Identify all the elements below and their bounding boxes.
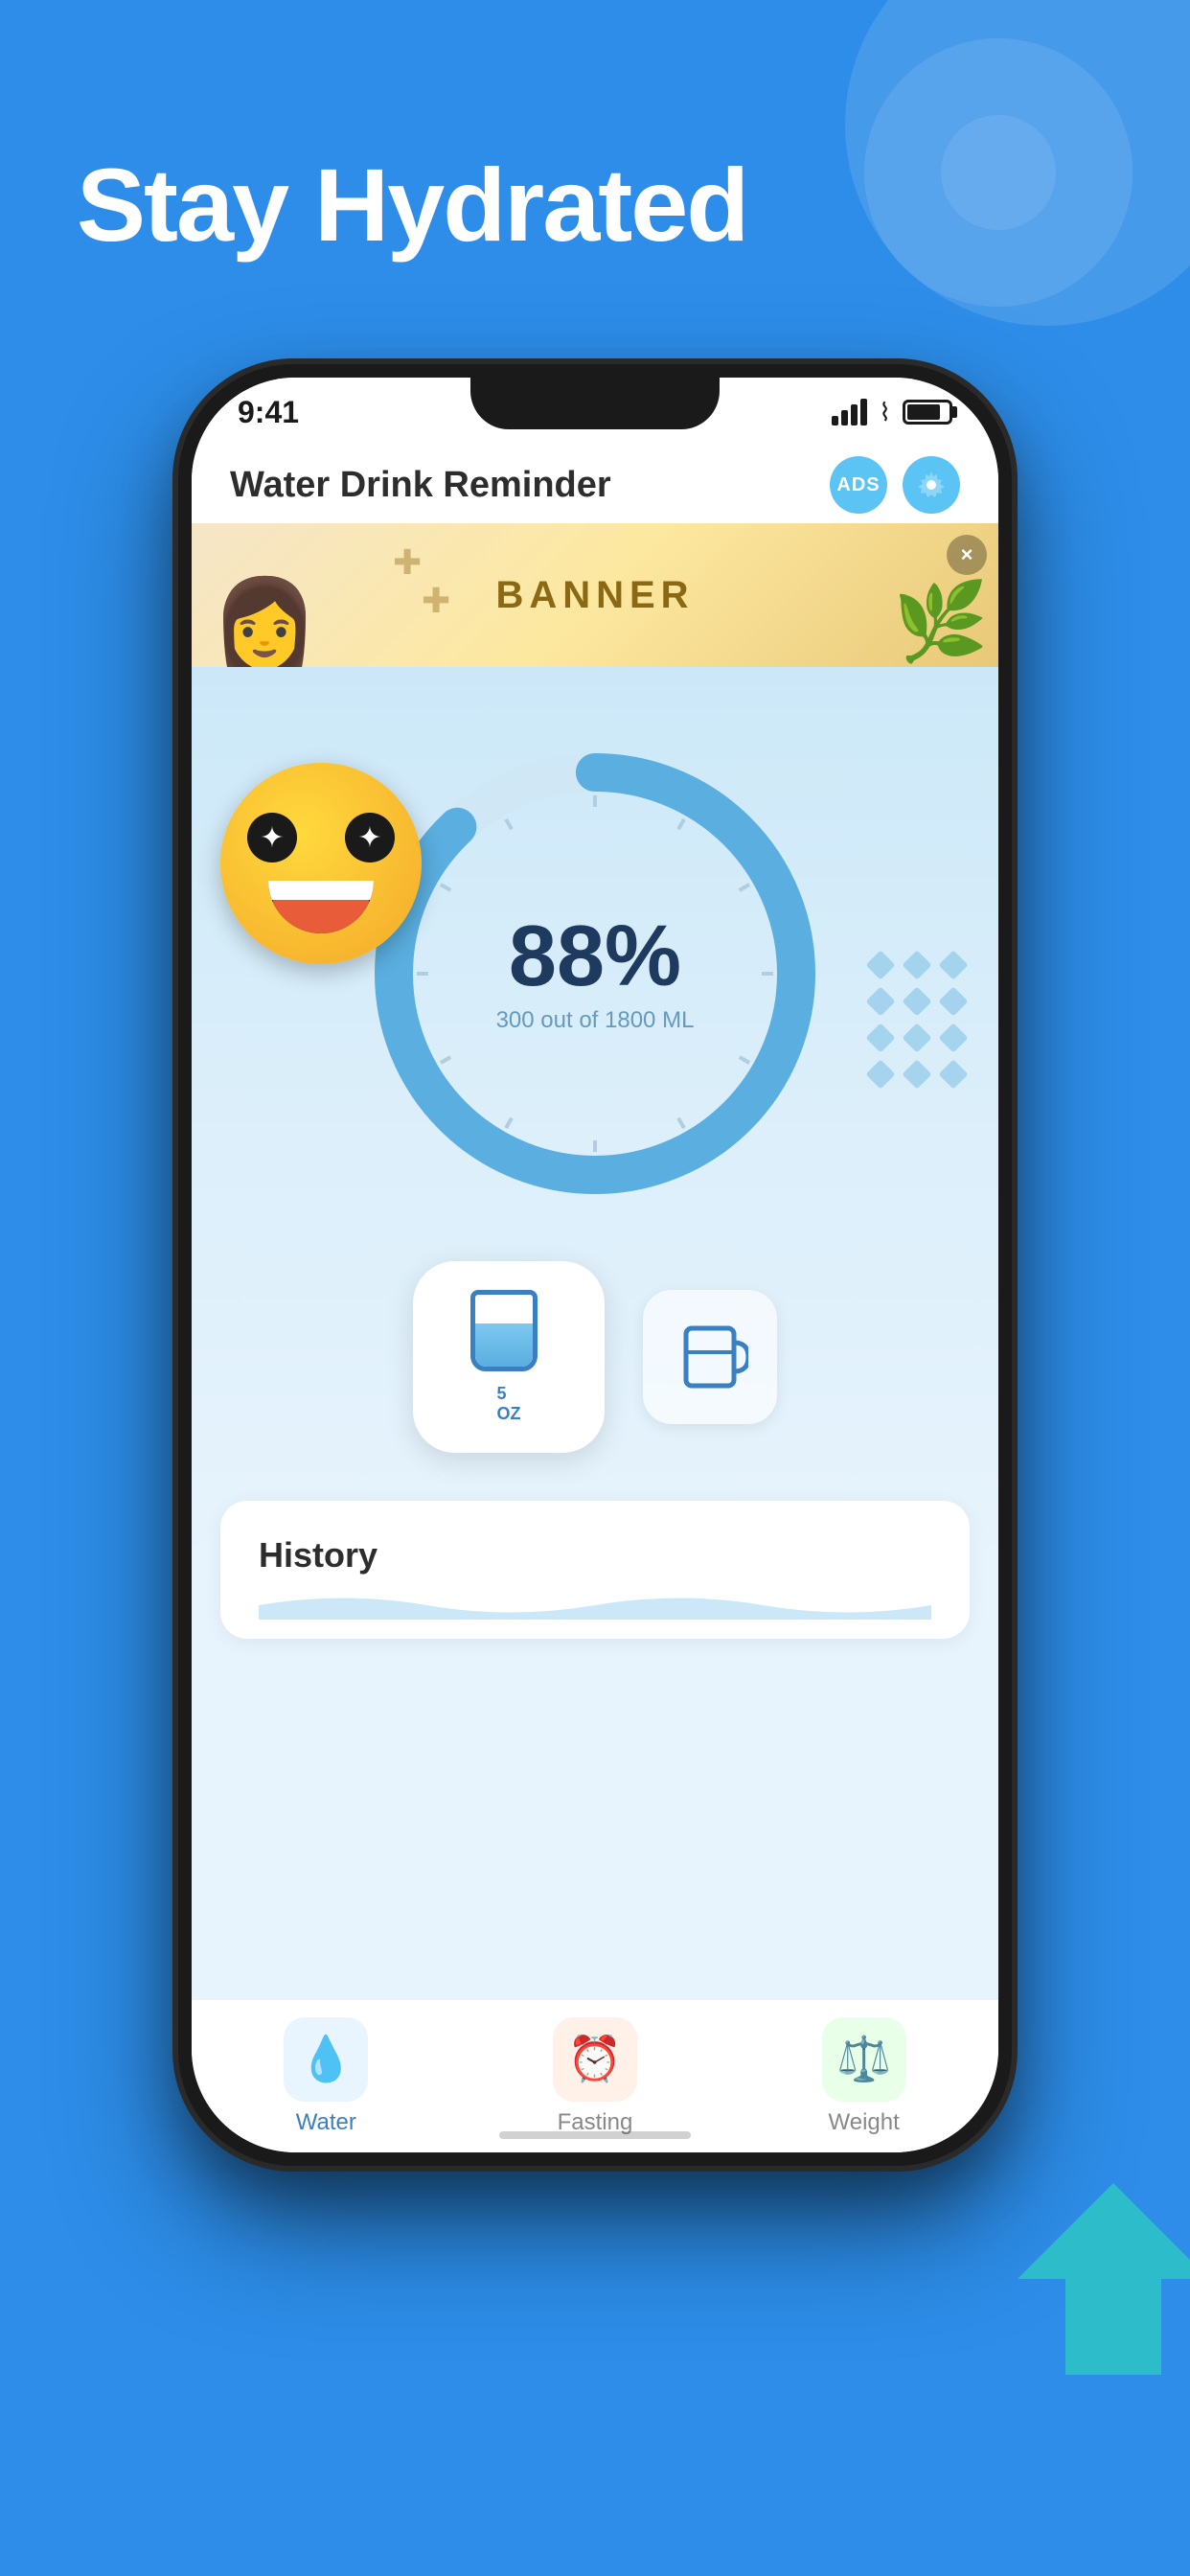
diamond-6 xyxy=(938,986,968,1016)
banner-close-button[interactable]: × xyxy=(947,535,987,575)
ring-center: 88% 300 out of 1800 ML xyxy=(496,913,695,1034)
ads-button[interactable]: ADS xyxy=(830,456,887,514)
tab-label-water: Water xyxy=(296,2109,356,2136)
emoji-face: ✦ ✦ xyxy=(220,763,422,964)
header-icons: ADS xyxy=(830,456,960,514)
settings-button[interactable] xyxy=(903,456,960,514)
tab-icon-fasting: ⏰ xyxy=(553,2017,637,2102)
signal-icon xyxy=(832,399,867,426)
progress-ring-container: 88% 300 out of 1800 ML xyxy=(365,744,825,1204)
tab-label-weight: Weight xyxy=(829,2109,900,2136)
tab-item-water[interactable]: 💧 Water xyxy=(284,2017,368,2136)
status-icons: ⌇ xyxy=(832,398,952,427)
custom-cup-icon xyxy=(672,1319,748,1395)
emoji-mouth-inner xyxy=(273,900,369,933)
app-title: Water Drink Reminder xyxy=(230,465,611,506)
settings-icon xyxy=(916,470,947,500)
banner-ad[interactable]: 👩 BANNER ✚ ✚ 🌿 × xyxy=(192,523,998,667)
banner-plant: 🌿 xyxy=(893,577,989,667)
ring-subtitle: 300 out of 1800 ML xyxy=(496,1007,695,1034)
diamond-1 xyxy=(865,950,895,979)
signal-bar-3 xyxy=(851,404,858,426)
banner-plus-2: ✚ xyxy=(422,581,450,621)
glass-water-fill xyxy=(475,1323,533,1367)
history-section: History xyxy=(220,1501,970,1639)
history-wave xyxy=(259,1591,931,1620)
glass-oz-label: 5OZ xyxy=(497,1384,521,1424)
add-water-primary-button[interactable]: 5OZ xyxy=(413,1261,605,1453)
diamond-4 xyxy=(865,986,895,1016)
wave-decoration xyxy=(259,1591,931,1620)
diamond-11 xyxy=(902,1059,931,1089)
banner-plus-1: ✚ xyxy=(393,542,422,583)
phone-notch xyxy=(470,378,720,429)
diamond-10 xyxy=(865,1059,895,1089)
banner-text: BANNER xyxy=(495,574,694,617)
battery-icon xyxy=(903,400,952,425)
tab-icon-water: 💧 xyxy=(284,2017,368,2102)
diamond-12 xyxy=(938,1059,968,1089)
home-indicator xyxy=(499,2131,691,2139)
teal-arrow-svg xyxy=(1008,2174,1190,2384)
battery-fill xyxy=(907,404,940,420)
status-time: 9:41 xyxy=(238,395,299,430)
signal-bar-4 xyxy=(860,399,867,426)
page-title: Stay Hydrated xyxy=(77,149,747,263)
wifi-icon: ⌇ xyxy=(879,398,891,427)
diamond-2 xyxy=(902,950,931,979)
emoji-eye-right: ✦ xyxy=(345,813,395,862)
diamond-5 xyxy=(902,986,931,1016)
glass-body xyxy=(470,1290,538,1371)
app-header: Water Drink Reminder ADS xyxy=(192,447,998,523)
diamond-9 xyxy=(938,1023,968,1052)
tab-item-fasting[interactable]: ⏰ Fasting xyxy=(553,2017,637,2136)
bg-decoration-circle-3 xyxy=(941,115,1056,230)
phone-frame: 9:41 ⌇ Water Drink Reminder ADS xyxy=(178,364,1012,2166)
water-buttons-area: 5OZ xyxy=(192,1261,998,1453)
fasting-tab-icon: ⏰ xyxy=(567,2033,622,2085)
banner-character: 👩 xyxy=(211,581,318,667)
diamond-3 xyxy=(938,950,968,979)
signal-bar-2 xyxy=(841,410,848,426)
diamond-7 xyxy=(865,1023,895,1052)
history-title: History xyxy=(259,1535,931,1576)
emoji-mouth xyxy=(268,881,374,933)
emoji-character: ✦ ✦ xyxy=(220,763,422,964)
water-tab-icon: 💧 xyxy=(299,2033,354,2085)
add-water-secondary-button[interactable] xyxy=(643,1290,777,1424)
phone-screen: 9:41 ⌇ Water Drink Reminder ADS xyxy=(192,378,998,2152)
main-content: ✦ ✦ xyxy=(192,667,998,1999)
weight-tab-icon: ⚖️ xyxy=(836,2033,891,2085)
tab-item-weight[interactable]: ⚖️ Weight xyxy=(822,2017,906,2136)
tab-bar: 💧 Water ⏰ Fasting ⚖️ Weight xyxy=(192,1999,998,2152)
teal-arrow-decoration xyxy=(1008,2174,1190,2384)
diamond-8 xyxy=(902,1023,931,1052)
signal-bar-1 xyxy=(832,416,838,426)
emoji-teeth xyxy=(268,881,374,900)
ring-percent: 88% xyxy=(496,913,695,1000)
diamonds-decoration xyxy=(870,954,970,1091)
tab-icon-weight: ⚖️ xyxy=(822,2017,906,2102)
water-glass-icon xyxy=(470,1290,547,1376)
emoji-eye-left: ✦ xyxy=(247,813,297,862)
